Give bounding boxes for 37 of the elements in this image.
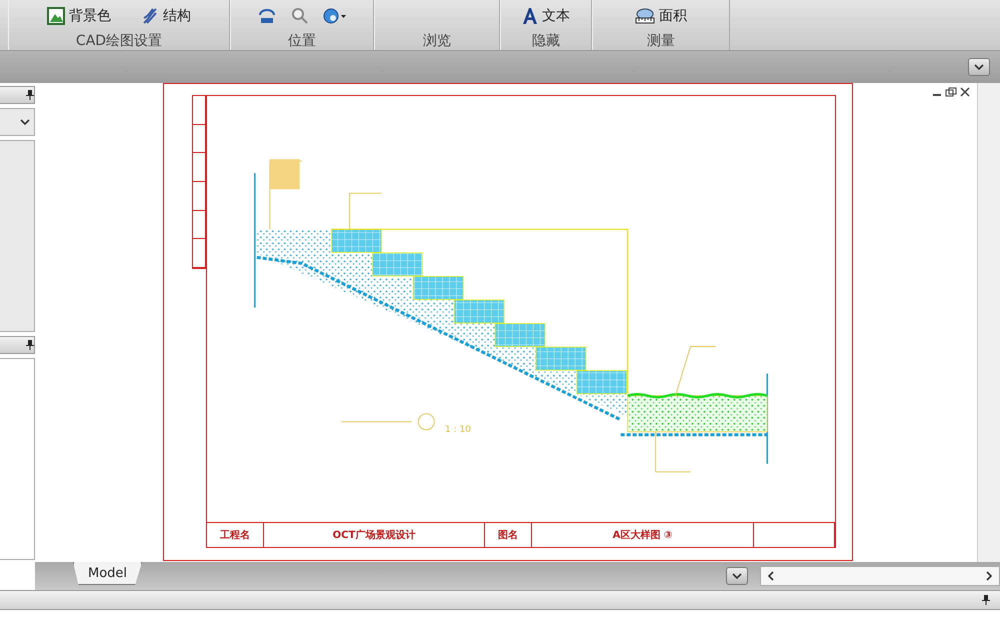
ribbon-button[interactable]: 文本	[520, 7, 572, 25]
chevron-down-icon	[20, 118, 30, 126]
chevron-down-icon	[732, 572, 742, 580]
ruler-icon	[635, 7, 655, 25]
rotate-icon[interactable]	[257, 7, 277, 25]
globe-icon[interactable]	[323, 7, 347, 25]
scale-label: 1 : 10	[445, 421, 485, 435]
dna-icon	[141, 7, 159, 25]
ribbon-group-label: 位置	[287, 32, 317, 50]
expand-button[interactable]	[726, 567, 748, 585]
ribbon-button[interactable]: 面积	[633, 7, 689, 25]
close-icon[interactable]	[960, 87, 970, 97]
ribbon-button[interactable]: 背景色	[45, 7, 113, 25]
expand-button[interactable]	[968, 58, 990, 76]
pin-icon[interactable]	[26, 340, 34, 350]
ribbon-button[interactable]: 结构	[139, 7, 193, 25]
ribbon-group-label: 隐藏	[531, 32, 561, 50]
chevron-down-icon	[974, 64, 984, 70]
ribbon-group-label: 浏览	[422, 32, 452, 50]
dropdown-field[interactable]	[0, 108, 35, 136]
title-block-cell: 图名	[485, 523, 532, 547]
title-block-cell: OCT广场景观设计	[264, 523, 485, 547]
pin-icon[interactable]	[26, 90, 34, 100]
ribbon-group-label: 测量	[646, 32, 676, 50]
title-block-cell: 工程名	[207, 523, 264, 547]
restore-icon[interactable]	[945, 87, 957, 97]
letter-icon	[522, 7, 538, 25]
vertical-scrollbar[interactable]	[977, 83, 1000, 562]
ribbon-group-label: CAD绘图设置	[74, 32, 164, 50]
chevron-left-icon[interactable]	[767, 571, 774, 581]
chevron-right-icon[interactable]	[986, 571, 993, 581]
magnifier-icon[interactable]	[291, 7, 309, 25]
layout-tab[interactable]: Model	[73, 562, 142, 585]
picture-icon	[47, 7, 65, 25]
title-block-cell: A区大样图 ③	[532, 523, 754, 547]
horizontal-scrollbar[interactable]	[760, 566, 1000, 586]
pin-icon[interactable]	[982, 595, 990, 605]
